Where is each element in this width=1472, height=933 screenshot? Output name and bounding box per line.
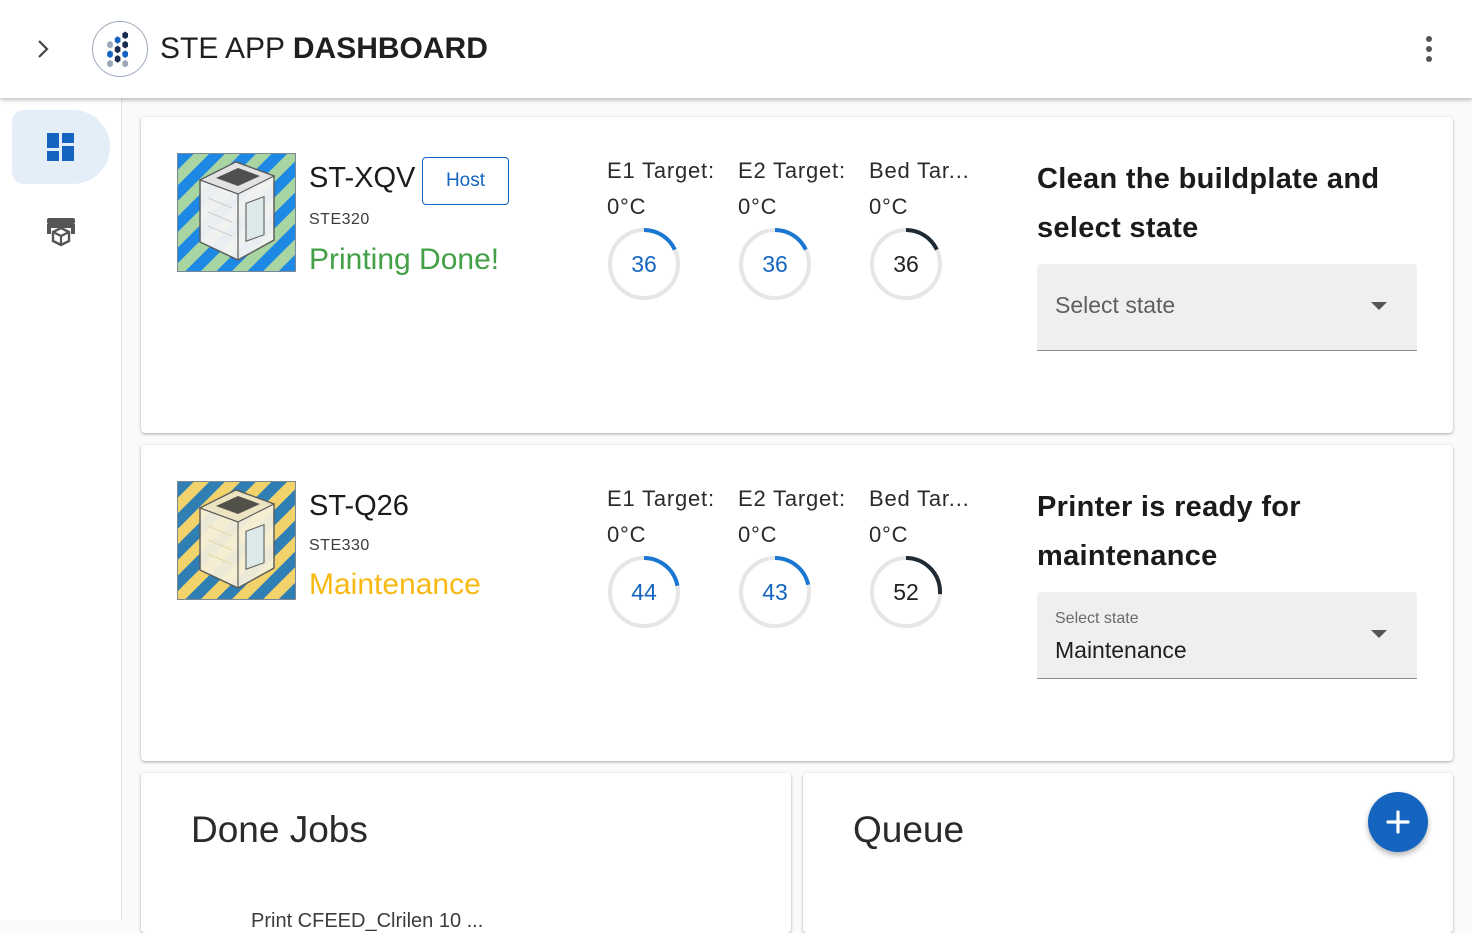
queue-card: Queue bbox=[803, 773, 1453, 933]
temp-target: 0°C bbox=[607, 194, 647, 219]
temp-target: 0°C bbox=[869, 522, 909, 547]
printer-name: ST-XQV bbox=[309, 162, 416, 194]
printer-status: Maintenance bbox=[309, 568, 481, 601]
temp-current: 43 bbox=[762, 578, 788, 605]
temp-target: 0°C bbox=[738, 194, 778, 219]
app-bar: STE APP DASHBOARD bbox=[0, 0, 1472, 98]
done-jobs-title: Done Jobs bbox=[191, 809, 368, 850]
printer-model: STE320 bbox=[309, 211, 370, 228]
temp-e2: E2 Target: 0°C 36 bbox=[738, 157, 856, 317]
select-value: Maintenance bbox=[1055, 637, 1187, 663]
temp-e2: E2 Target: 0°C 43 bbox=[738, 485, 856, 645]
printer-model: STE330 bbox=[309, 537, 370, 554]
select-label: Select state bbox=[1055, 610, 1139, 627]
temp-bed: Bed Tar... 0°C 36 bbox=[869, 157, 987, 317]
temp-e1: E1 Target: 0°C 44 bbox=[607, 485, 725, 645]
temp-current: 52 bbox=[893, 578, 919, 605]
more-vertical-icon[interactable] bbox=[1414, 32, 1444, 66]
printer-instruction: Printer is ready for maintenance bbox=[1037, 491, 1301, 572]
temp-label: E2 Target: bbox=[738, 486, 846, 511]
temp-label: Bed Tar... bbox=[869, 158, 970, 183]
printer-cube-icon bbox=[47, 218, 75, 247]
dropdown-arrow-icon bbox=[1371, 630, 1387, 638]
temp-current: 44 bbox=[631, 578, 657, 605]
temp-target: 0°C bbox=[738, 522, 778, 547]
state-select[interactable]: Select state Maintenance bbox=[1037, 592, 1417, 679]
temp-label: Bed Tar... bbox=[869, 486, 970, 511]
temp-e1: E1 Target: 0°C 36 bbox=[607, 157, 725, 317]
host-button[interactable]: Host bbox=[422, 157, 509, 205]
printer-image bbox=[177, 481, 296, 600]
nav-item-printers[interactable] bbox=[12, 198, 110, 264]
temp-target: 0°C bbox=[607, 522, 647, 547]
done-job-item[interactable]: Print CFEED_Clrilen 10 ... bbox=[251, 910, 483, 933]
side-nav bbox=[0, 98, 122, 920]
app-logo bbox=[92, 21, 148, 77]
temp-current: 36 bbox=[893, 250, 919, 277]
done-jobs-card: Done Jobs Print CFEED_Clrilen 10 ... bbox=[141, 773, 791, 933]
printer-image bbox=[177, 153, 296, 272]
temp-label: E1 Target: bbox=[607, 486, 715, 511]
temp-current: 36 bbox=[762, 250, 788, 277]
temp-label: E2 Target: bbox=[738, 158, 846, 183]
plus-icon bbox=[1386, 810, 1410, 834]
state-select[interactable]: Select state bbox=[1037, 264, 1417, 351]
chevron-right-icon[interactable] bbox=[28, 34, 58, 64]
page-title: STE APP DASHBOARD bbox=[160, 32, 488, 65]
printer-status: Printing Done! bbox=[309, 243, 500, 276]
add-job-button[interactable] bbox=[1368, 792, 1428, 852]
printer-card: ST-XQV Host STE320 Printing Done! E1 Tar… bbox=[141, 117, 1453, 433]
temp-target: 0°C bbox=[869, 194, 909, 219]
temp-label: E1 Target: bbox=[607, 158, 715, 183]
select-placeholder: Select state bbox=[1055, 292, 1176, 318]
printer-name: ST-Q26 bbox=[309, 490, 409, 522]
queue-title: Queue bbox=[853, 809, 965, 850]
printer-instruction: Clean the buildplate and select state bbox=[1037, 163, 1380, 244]
dashboard-icon bbox=[47, 133, 74, 161]
dropdown-arrow-icon bbox=[1371, 302, 1387, 310]
temp-current: 36 bbox=[631, 250, 657, 277]
temp-bed: Bed Tar... 0°C 52 bbox=[869, 485, 987, 645]
printer-card: ST-Q26 STE330 Maintenance E1 Target: 0°C… bbox=[141, 445, 1453, 761]
nav-item-dashboard[interactable] bbox=[12, 110, 110, 184]
